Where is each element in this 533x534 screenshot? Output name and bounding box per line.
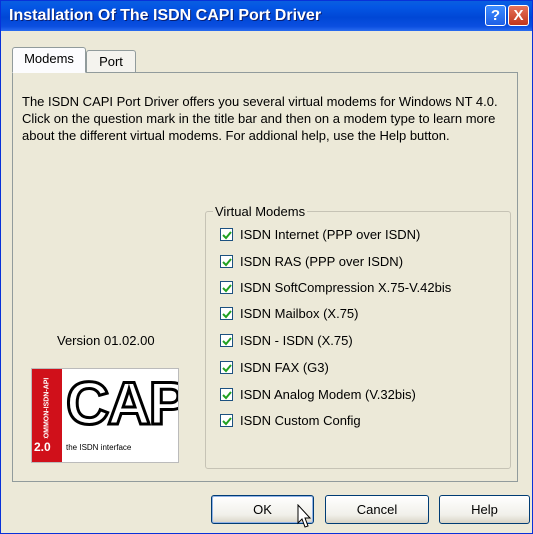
virtual-modems-title: Virtual Modems	[213, 204, 308, 219]
checkbox-label: ISDN Mailbox (X.75)	[240, 306, 359, 321]
checkbox-box[interactable]	[220, 361, 233, 374]
checkbox-label: ISDN FAX (G3)	[240, 360, 329, 375]
tab-port[interactable]: Port	[86, 50, 136, 73]
title-bar[interactable]: Installation Of The ISDN CAPI Port Drive…	[1, 1, 532, 31]
checkmark-icon	[222, 284, 232, 293]
checkmark-icon	[222, 337, 232, 346]
checkbox-label: ISDN RAS (PPP over ISDN)	[240, 254, 404, 269]
checkmark-icon	[222, 391, 232, 400]
close-button[interactable]: X	[508, 5, 529, 26]
window-title: Installation Of The ISDN CAPI Port Drive…	[9, 7, 322, 24]
dialog-window: Installation Of The ISDN CAPI Port Drive…	[0, 0, 533, 534]
checkbox-label: ISDN - ISDN (X.75)	[240, 333, 353, 348]
checkbox-box[interactable]	[220, 281, 233, 294]
checkmark-icon	[222, 231, 232, 240]
checkbox-label: ISDN Internet (PPP over ISDN)	[240, 227, 421, 242]
version-label: Version 01.02.00	[57, 333, 155, 348]
checkmark-icon	[222, 258, 232, 267]
checkmark-icon	[222, 364, 232, 373]
description-line-2: Click on the question mark in the title …	[22, 111, 496, 143]
checkbox-label: ISDN Analog Modem (V.32bis)	[240, 387, 416, 402]
cancel-button[interactable]: Cancel	[325, 495, 429, 524]
checkbox-box[interactable]	[220, 414, 233, 427]
description-line-1: The ISDN CAPI Port Driver offers you sev…	[22, 94, 498, 109]
checkmark-icon	[222, 417, 232, 426]
checkbox-label: ISDN Custom Config	[240, 413, 361, 428]
logo-tagline: the ISDN interface	[66, 443, 132, 452]
mouse-pointer-icon	[297, 504, 312, 528]
checkbox-box[interactable]	[220, 334, 233, 347]
checkbox-box[interactable]	[220, 228, 233, 241]
description-text: The ISDN CAPI Port Driver offers you sev…	[22, 93, 512, 144]
checkbox-box[interactable]	[220, 307, 233, 320]
logo-side-text: COMMON-ISDN-API	[43, 377, 51, 444]
capi-logo: COMMON-ISDN-API CAPI 2.0 the ISDN interf…	[31, 368, 179, 463]
checkbox-box[interactable]	[220, 388, 233, 401]
logo-capi-text: CAPI	[64, 370, 178, 437]
tab-modems[interactable]: Modems	[12, 47, 86, 73]
help-button[interactable]: Help	[439, 495, 530, 524]
logo-version: 2.0	[34, 440, 51, 454]
checkmark-icon	[222, 310, 232, 319]
checkbox-box[interactable]	[220, 255, 233, 268]
help-question-button[interactable]: ?	[485, 5, 506, 26]
checkbox-label: ISDN SoftCompression X.75-V.42bis	[240, 280, 452, 295]
